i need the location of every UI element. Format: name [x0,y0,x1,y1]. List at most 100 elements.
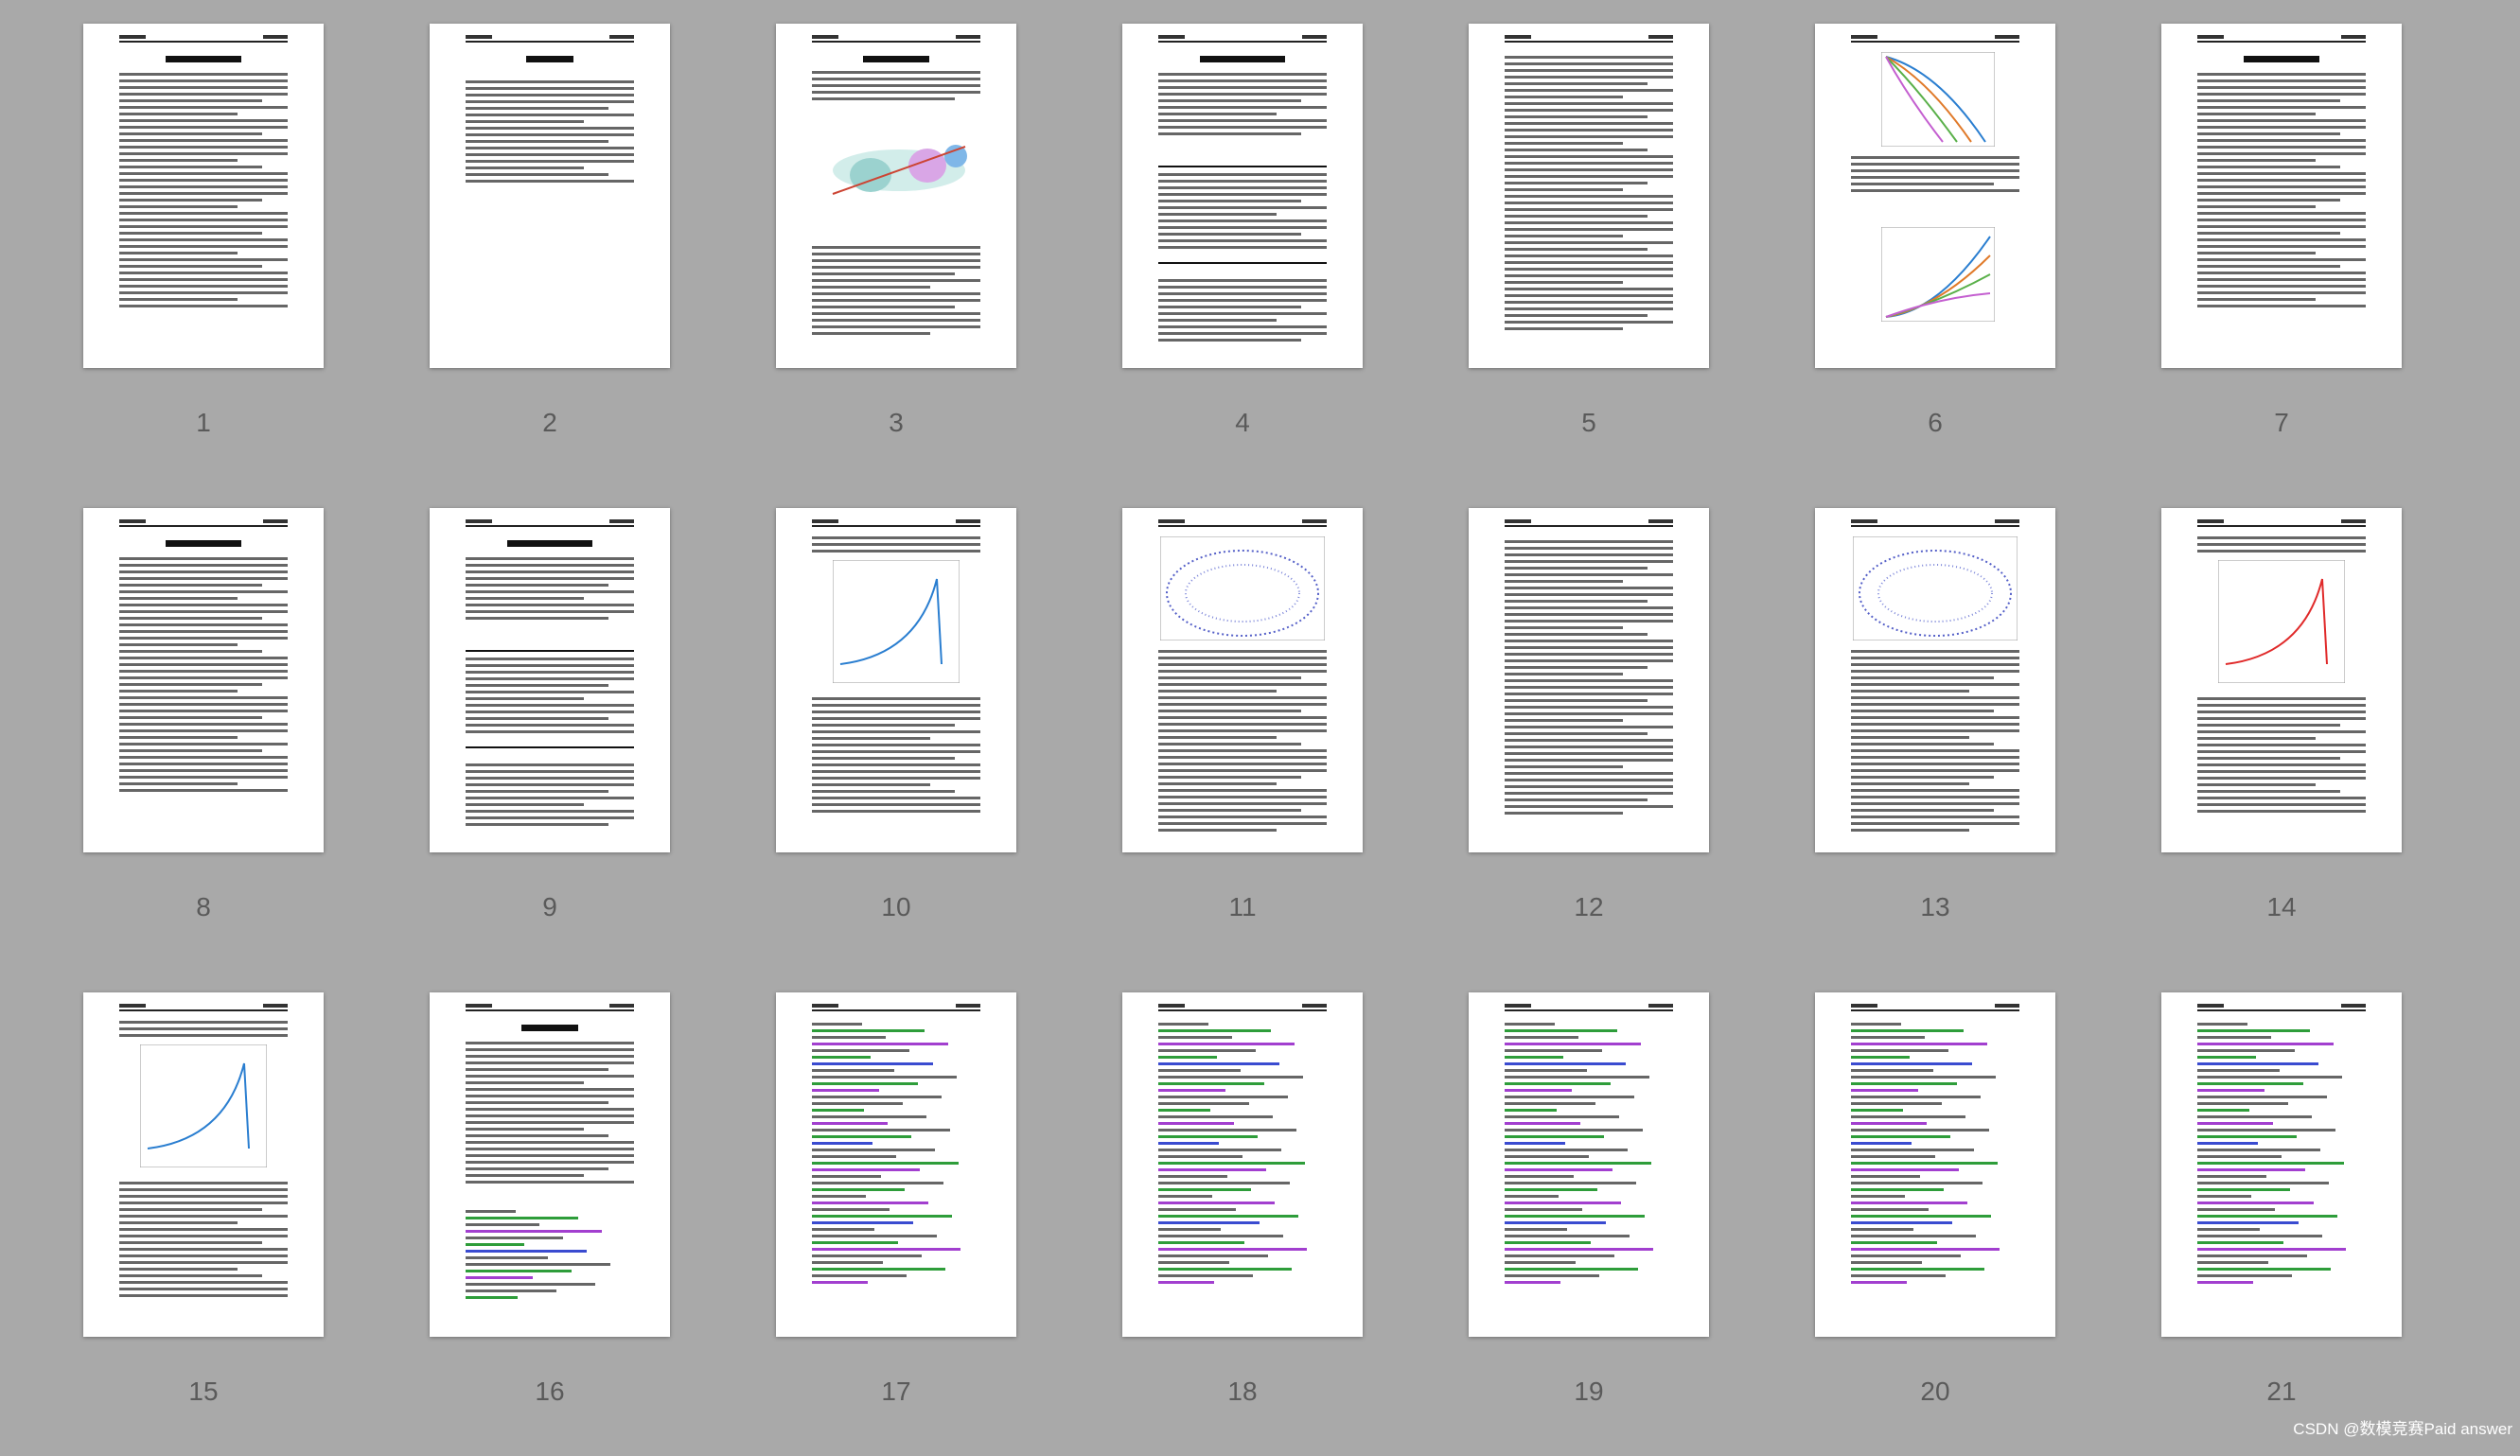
appendix-code [466,1210,634,1303]
page-thumbnail-cell[interactable]: 16 [430,992,670,1456]
appendix-code [2197,1023,2366,1288]
page-thumbnail[interactable] [1815,992,2055,1337]
page-number-label: 5 [1581,408,1596,437]
page-number-label: 3 [889,408,904,437]
body-text [812,246,980,339]
page-thumbnail-cell[interactable]: 7 [2161,24,2402,487]
page-header [119,1004,288,1013]
page-number-label: 21 [2266,1377,2297,1406]
page-header [2197,1004,2366,1013]
page-thumbnail[interactable] [1815,508,2055,852]
page-thumbnail[interactable] [430,24,670,368]
page-thumbnail[interactable] [430,508,670,852]
lower-chart [1881,227,1995,322]
page-heading [2244,56,2319,62]
page-thumbnail-cell[interactable]: 9 [430,508,670,972]
page-number-label: 20 [1920,1377,1950,1406]
page-thumbnail[interactable] [776,508,1016,852]
appendix-code [1505,1023,1673,1288]
line-chart [140,1044,267,1167]
data-table [466,650,634,748]
page-header [1158,519,1327,529]
page-number-label: 17 [881,1377,911,1406]
page-number-label: 14 [2266,892,2297,921]
appendix-code [1851,1023,2019,1288]
page-number-label: 9 [542,892,557,921]
page-thumbnail-cell[interactable]: 20 [1815,992,2055,1456]
body-text [2197,536,2366,556]
page-header [119,519,288,529]
page-thumbnail[interactable] [83,992,324,1337]
page-thumbnail[interactable] [430,992,670,1337]
page-thumbnail[interactable] [83,24,324,368]
page-thumbnail[interactable] [1469,508,1709,852]
page-thumbnail[interactable] [1122,24,1363,368]
page-thumbnail-cell[interactable]: 14 [2161,508,2402,972]
page-thumbnail-cell[interactable]: 4 [1122,24,1363,487]
page-thumbnail[interactable] [1122,508,1363,852]
body-text [2197,697,2366,816]
page-thumbnail[interactable] [776,24,1016,368]
body-text [466,557,634,623]
page-number-label: 10 [881,892,911,921]
body-text [1851,650,2019,835]
page-thumbnail[interactable] [83,508,324,852]
reference-list [466,1042,634,1187]
body-text [1158,650,1327,835]
page-header [1505,35,1673,44]
body-text [812,697,980,816]
appendix-code [1158,1023,1327,1288]
page-thumbnail-cell[interactable]: 5 [1469,24,1709,487]
scatter-plot [1160,536,1325,640]
page-header [119,35,288,44]
page-thumbnail-cell[interactable]: 13 [1815,508,2055,972]
page-thumbnail-cell[interactable]: 8 [83,508,324,972]
page-header [1158,1004,1327,1013]
page-header [1158,35,1327,44]
page-header [1851,1004,2019,1013]
page-thumbnail-cell[interactable]: 21 [2161,992,2402,1456]
page-header [812,519,980,529]
page-number-label: 11 [1228,892,1257,921]
page-thumbnail-cell[interactable]: 11 [1122,508,1363,972]
page-heading [521,1025,578,1031]
page-thumbnail[interactable] [1122,992,1363,1337]
page-number-label: 7 [2274,408,2289,437]
page-thumbnail-cell[interactable]: 15 [83,992,324,1456]
page-thumbnail-cell[interactable]: 12 [1469,508,1709,972]
page-header [1505,1004,1673,1013]
page-thumbnail-cell[interactable]: 6 [1815,24,2055,487]
body-text [119,1021,288,1041]
page-number-label: 16 [535,1377,565,1406]
page-thumbnail[interactable] [1469,24,1709,368]
page-number-label: 4 [1235,408,1250,437]
page-thumbnail-cell[interactable]: 19 [1469,992,1709,1456]
page-thumbnail-cell[interactable]: 10 [776,508,1016,972]
page-header [812,35,980,44]
page-thumbnail[interactable] [2161,992,2402,1337]
body-text [1505,540,1673,818]
page-number-label: 15 [188,1377,219,1406]
data-table [1158,166,1327,264]
toc-list [466,80,634,186]
page-thumbnail-cell[interactable]: 1 [83,24,324,487]
body-text [1505,56,1673,334]
page-header [1851,35,2019,44]
page-number-label: 1 [196,408,211,437]
page-thumbnail-cell[interactable]: 18 [1122,992,1363,1456]
page-thumbnail-cell[interactable]: 2 [430,24,670,487]
page-thumbnail[interactable] [1469,992,1709,1337]
body-text [1851,156,2019,196]
page-thumbnail[interactable] [2161,508,2402,852]
page-number-label: 2 [542,408,557,437]
page-heading [166,56,241,62]
page-thumbnail[interactable] [776,992,1016,1337]
page-thumbnail[interactable] [1815,24,2055,368]
page-thumbnail-cell[interactable]: 17 [776,992,1016,1456]
page-thumbnail[interactable] [2161,24,2402,368]
line-chart [833,560,960,683]
page-heading [1200,56,1285,62]
appendix-code [812,1023,980,1288]
body-text [2197,73,2366,311]
page-thumbnail-cell[interactable]: 3 [776,24,1016,487]
